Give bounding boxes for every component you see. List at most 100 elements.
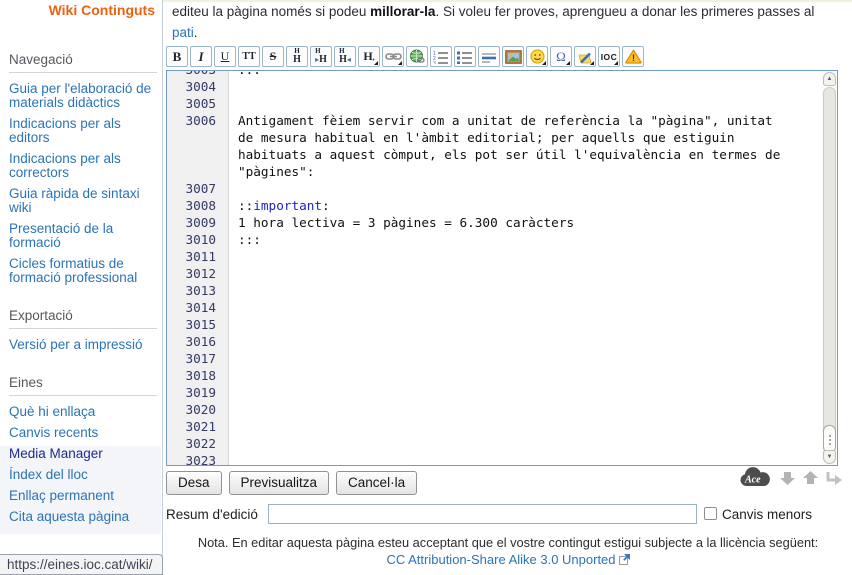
monospace-icon: TT bbox=[242, 51, 255, 62]
sidebar-item-canvis-recents[interactable]: Canvis recents bbox=[9, 426, 157, 440]
editor-line[interactable]: 3006Antigament fèiem servir com a unitat… bbox=[167, 112, 822, 129]
line-number: 3010 bbox=[167, 231, 229, 248]
editor-line[interactable]: 3016 bbox=[167, 333, 822, 350]
sidebar-item-media-manager[interactable]: Media Manager bbox=[9, 447, 157, 461]
editor-line[interactable]: 3011 bbox=[167, 248, 822, 265]
cc-license-link[interactable]: CC Attribution-Share Alike 3.0 Unported bbox=[386, 552, 615, 567]
editor-line[interactable]: 3023 bbox=[167, 452, 822, 466]
line-number: 3012 bbox=[167, 265, 229, 282]
line-number: 3019 bbox=[167, 384, 229, 401]
chain-link-icon bbox=[385, 51, 402, 62]
preview-button[interactable]: Previsualitza bbox=[229, 471, 330, 495]
wiki-editor[interactable]: 3003:::300430053006Antigament fèiem serv… bbox=[166, 70, 838, 466]
italic-icon: I bbox=[198, 49, 203, 65]
editor-line[interactable]: 3015 bbox=[167, 316, 822, 333]
toolbar-ordered-list-button[interactable]: 123 bbox=[430, 46, 452, 67]
editor-line[interactable]: 3007 bbox=[167, 180, 822, 197]
sidebar-item-indicacions-per-als-editors[interactable]: Indicacions per als editors bbox=[9, 117, 157, 145]
sidebar-item-guia-rapida-de-sintaxi-wiki[interactable]: Guia ràpida de sintaxi wiki bbox=[9, 187, 157, 215]
toolbar-annotate-button[interactable] bbox=[574, 46, 596, 67]
svg-text:Ace: Ace bbox=[744, 475, 761, 486]
editor-line[interactable]: habituats a aquest còmput, els pot ser ú… bbox=[167, 146, 822, 163]
save-button[interactable]: Desa bbox=[166, 471, 222, 495]
scroll-to-bottom-icon[interactable] bbox=[779, 470, 796, 486]
toolbar-strikethrough-button[interactable]: S bbox=[262, 46, 284, 67]
toolbar-unordered-list-button[interactable] bbox=[454, 46, 476, 67]
editor-scrollbar[interactable]: ▲ ▼ bbox=[822, 71, 837, 465]
toolbar-underline-button[interactable]: U bbox=[214, 46, 236, 67]
toolbar-monospace-button[interactable]: TT bbox=[238, 46, 260, 67]
scroll-to-top-icon[interactable] bbox=[802, 470, 819, 486]
toolbar-ioc-button[interactable]: IOC bbox=[598, 46, 620, 67]
toolbar-insert-image-button[interactable] bbox=[502, 46, 524, 67]
toolbar-internal-link-button[interactable] bbox=[382, 46, 404, 67]
editor-line[interactable]: de mesura habitual en l'àmbit editorial;… bbox=[167, 129, 822, 146]
line-text: de mesura habitual en l'àmbit editorial;… bbox=[229, 129, 735, 146]
toolbar-special-chars-button[interactable]: Ω bbox=[550, 46, 572, 67]
toolbar-italic-button[interactable]: I bbox=[190, 46, 212, 67]
pati-link[interactable]: pati bbox=[172, 25, 194, 40]
editor-line[interactable]: "pàgines": bbox=[167, 163, 822, 180]
toolbar-smiley-button[interactable] bbox=[526, 46, 548, 67]
toolbar-bold-button[interactable]: B bbox=[166, 46, 188, 67]
editor-line[interactable]: 3013 bbox=[167, 282, 822, 299]
editor-line[interactable]: 3008::important: bbox=[167, 197, 822, 214]
sidebar-item-indicacions-per-als-correctors[interactable]: Indicacions per als correctors bbox=[9, 152, 157, 180]
toolbar-horizontal-rule-button[interactable] bbox=[478, 46, 500, 67]
line-number bbox=[167, 146, 229, 163]
line-text bbox=[229, 265, 238, 282]
wrap-toggle-icon[interactable] bbox=[825, 470, 843, 486]
sidebar-item-versio-per-a-impressio[interactable]: Versió per a impressió bbox=[9, 338, 157, 352]
edit-summary-input[interactable] bbox=[268, 504, 697, 524]
sidebar-item-presentacio-de-la-formacio[interactable]: Presentació de la formació bbox=[9, 222, 157, 250]
minor-changes-label[interactable]: Canvis menors bbox=[722, 507, 812, 522]
ace-logo-icon[interactable]: Ace bbox=[736, 466, 773, 490]
toolbar-warning-button[interactable]: ! bbox=[622, 46, 644, 67]
editor-line[interactable]: 3018 bbox=[167, 367, 822, 384]
toolbar-headline-same-button[interactable]: HH bbox=[286, 46, 308, 67]
line-text bbox=[229, 248, 238, 265]
editor-line[interactable]: 3022 bbox=[167, 435, 822, 452]
line-text bbox=[229, 435, 238, 452]
minor-changes-checkbox[interactable] bbox=[704, 507, 717, 520]
editor-line[interactable]: 3003::: bbox=[167, 70, 822, 78]
line-number: 3003 bbox=[167, 70, 229, 78]
toolbar-external-link-button[interactable] bbox=[406, 46, 428, 67]
sidebar-heading-exportacio: Exportació bbox=[9, 308, 157, 329]
ioc-text-icon: IOC bbox=[601, 52, 618, 62]
toolbar-headline-higher-button[interactable]: HH◂ bbox=[334, 46, 356, 67]
globe-link-icon bbox=[409, 49, 425, 64]
line-text: ::: bbox=[229, 231, 261, 248]
sidebar-item-index-del-lloc[interactable]: Índex del lloc bbox=[9, 468, 157, 482]
sidebar-item-que-hi-enllaca[interactable]: Què hi enllaça bbox=[9, 405, 157, 419]
editor-line[interactable]: 3005 bbox=[167, 95, 822, 112]
license-note: Nota. En editar aquesta pàgina esteu acc… bbox=[164, 535, 852, 550]
intro-bold-text: millorar-la bbox=[370, 4, 435, 19]
editor-line[interactable]: 30091 hora lectiva = 3 pàgines = 6.300 c… bbox=[167, 214, 822, 231]
toolbar-headline-lower-button[interactable]: H▸H bbox=[310, 46, 332, 67]
ace-editor-controls: Ace bbox=[736, 466, 843, 490]
editor-line[interactable]: 3017 bbox=[167, 350, 822, 367]
sidebar-item-enllac-permanent[interactable]: Enllaç permanent bbox=[9, 489, 157, 503]
editor-line[interactable]: 3012 bbox=[167, 265, 822, 282]
editor-line[interactable]: 3020 bbox=[167, 401, 822, 418]
cancel-button[interactable]: Cancel·la bbox=[336, 471, 417, 495]
editor-line[interactable]: 3010::: bbox=[167, 231, 822, 248]
headline-select-icon: H, bbox=[363, 49, 374, 64]
editor-line[interactable]: 3019 bbox=[167, 384, 822, 401]
sidebar-item-cita-aquesta-pagina[interactable]: Cita aquesta pàgina bbox=[9, 510, 157, 524]
toolbar-headline-select-button[interactable]: H, bbox=[358, 46, 380, 67]
editor-line[interactable]: 3021 bbox=[167, 418, 822, 435]
edit-actions: Desa Previsualitza Cancel·la bbox=[166, 471, 417, 495]
editor-content[interactable]: 3003:::300430053006Antigament fèiem serv… bbox=[167, 70, 822, 466]
scroll-down-icon[interactable]: ▼ bbox=[823, 450, 836, 464]
scrollbar-track[interactable] bbox=[823, 87, 836, 451]
scroll-up-icon[interactable]: ▲ bbox=[823, 72, 836, 86]
scrollbar-thumb[interactable] bbox=[823, 425, 836, 453]
sidebar-item-cicles-formatius-de-formacio-professional[interactable]: Cicles formatius de formació professiona… bbox=[9, 257, 157, 285]
editor-line[interactable]: 3004 bbox=[167, 78, 822, 95]
line-text bbox=[229, 452, 238, 466]
sidebar-item-guia-per-l-elaboracio-de-materials-didactics[interactable]: Guia per l'elaboració de materials didàc… bbox=[9, 82, 157, 110]
editor-line[interactable]: 3014 bbox=[167, 299, 822, 316]
line-number: 3009 bbox=[167, 214, 229, 231]
